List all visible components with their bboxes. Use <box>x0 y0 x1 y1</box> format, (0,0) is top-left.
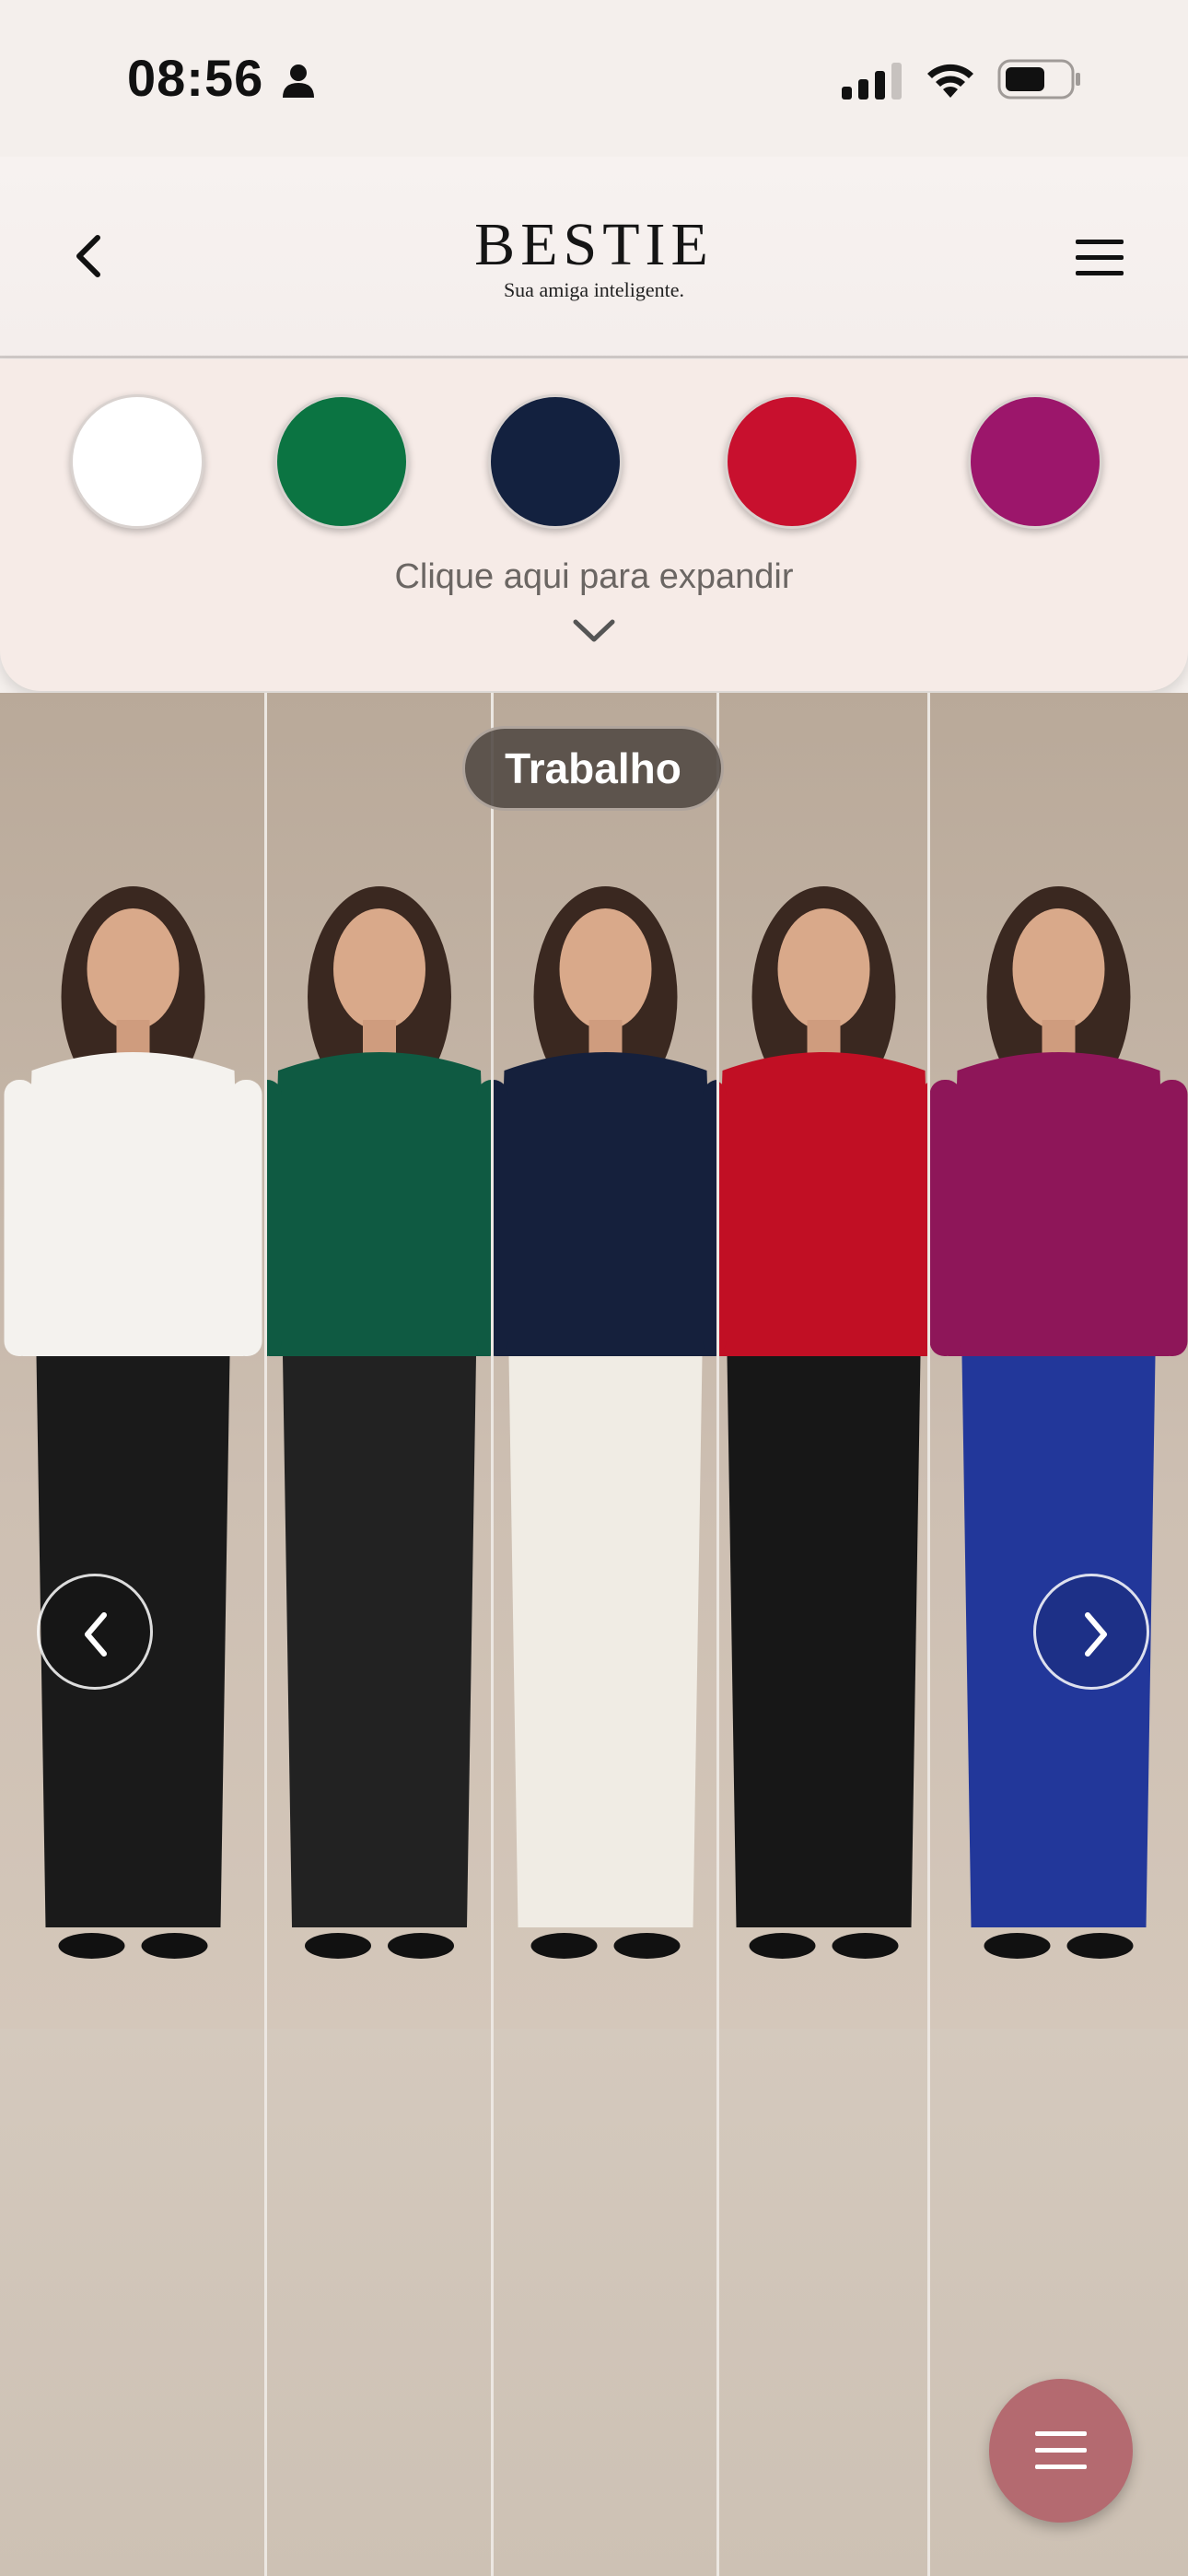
gallery-divider <box>927 693 930 2576</box>
model-figure <box>266 886 493 1959</box>
outfit-look[interactable] <box>266 693 493 2576</box>
color-filter-panel[interactable]: Clique aqui para expandir <box>0 359 1188 691</box>
model-figure <box>493 886 718 1959</box>
hamburger-icon <box>1035 2431 1087 2469</box>
category-badge: Trabalho <box>462 726 724 811</box>
chevron-down-icon[interactable] <box>572 617 616 645</box>
wifi-icon <box>927 64 973 98</box>
gallery-divider <box>716 693 719 2576</box>
color-swatch-navy[interactable] <box>488 394 623 529</box>
color-swatch-white[interactable] <box>70 394 204 529</box>
hamburger-menu-button[interactable] <box>1074 238 1125 278</box>
battery-icon <box>997 59 1080 100</box>
outfit-look[interactable] <box>718 693 929 2576</box>
outfit-gallery[interactable]: Trabalho <box>0 693 1188 2576</box>
gallery-divider <box>491 693 494 2576</box>
app-header: BESTIE Sua amiga inteligente. <box>0 157 1188 358</box>
color-swatch-red[interactable] <box>725 394 859 529</box>
cellular-signal-icon <box>842 63 902 100</box>
gallery-divider <box>264 693 267 2576</box>
chevron-right-icon <box>1085 1612 1107 1657</box>
brand-logo: BESTIE <box>474 211 714 278</box>
color-swatch-magenta[interactable] <box>968 394 1102 529</box>
expand-panel-label[interactable]: Clique aqui para expandir <box>0 557 1188 597</box>
color-swatch-green[interactable] <box>274 394 409 529</box>
chevron-left-icon <box>85 1612 107 1657</box>
next-arrow-button[interactable] <box>1033 1574 1149 1690</box>
model-figure <box>718 886 929 1959</box>
status-time: 08:56 <box>127 49 264 107</box>
floating-menu-button[interactable] <box>989 2379 1133 2523</box>
outfit-look[interactable] <box>493 693 718 2576</box>
person-icon <box>283 64 314 98</box>
brand-tagline: Sua amiga inteligente. <box>503 278 685 301</box>
status-bar: 08:56 <box>0 0 1188 157</box>
previous-arrow-button[interactable] <box>37 1574 153 1690</box>
